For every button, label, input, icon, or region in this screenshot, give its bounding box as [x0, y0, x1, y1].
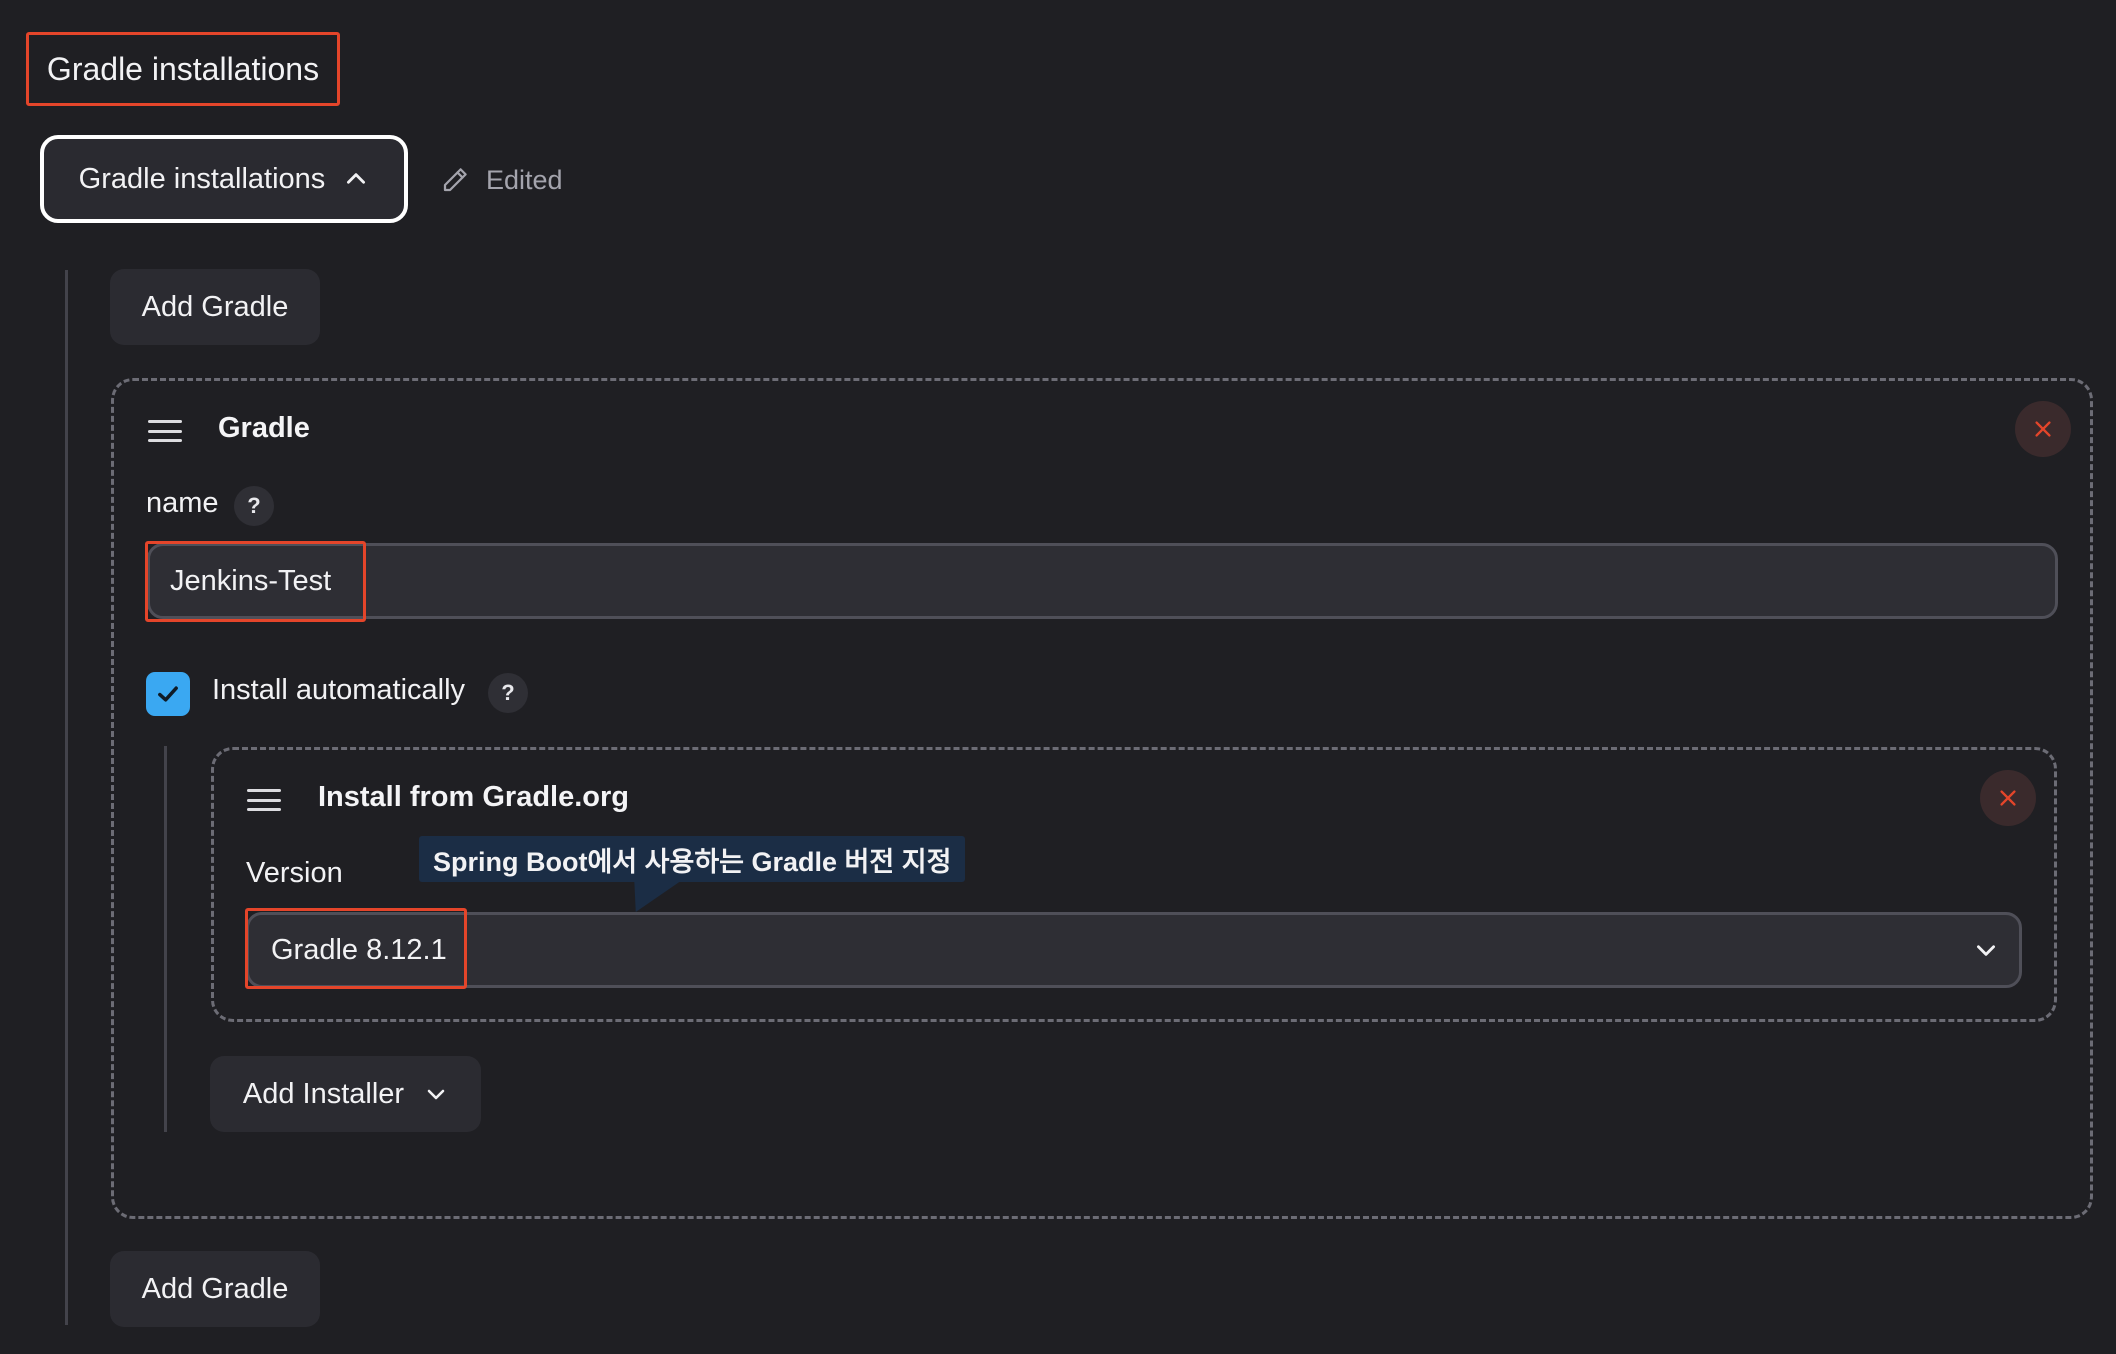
close-icon [2000, 790, 2016, 806]
version-select[interactable]: Gradle 8.12.1 [246, 912, 2022, 988]
version-label: Version [246, 857, 343, 889]
name-help-icon[interactable]: ? [234, 486, 274, 526]
remove-gradle-button[interactable] [2015, 401, 2071, 457]
installer-drag-handle-icon[interactable] [247, 789, 281, 811]
gradle-installations-toggle-button[interactable]: Gradle installations [40, 135, 408, 223]
edited-status: Edited [440, 160, 563, 200]
edited-label: Edited [486, 164, 563, 195]
install-automatically-label: Install automatically [212, 674, 466, 706]
section-title: Gradle installations [26, 32, 340, 106]
chevron-up-icon [347, 173, 366, 184]
chevron-down-icon [1977, 945, 1995, 956]
add-gradle-button[interactable]: Add Gradle [110, 269, 320, 345]
install-automatically-checkbox[interactable] [146, 672, 190, 716]
checkmark-icon [158, 686, 178, 702]
toggle-label: Gradle installations [78, 162, 326, 195]
name-input-value: Jenkins-Test [170, 564, 332, 597]
version-select-value: Gradle 8.12.1 [271, 933, 447, 966]
add-installer-button[interactable]: Add Installer [210, 1056, 481, 1132]
chevron-down-icon [427, 1089, 445, 1100]
gradle-card-title: Gradle [218, 412, 310, 444]
add-gradle-button-bottom[interactable]: Add Gradle [110, 1251, 320, 1327]
add-installer-label: Add Installer [242, 1077, 405, 1110]
name-label: name [146, 487, 219, 519]
remove-installer-button[interactable] [1980, 770, 2036, 826]
pencil-icon [443, 168, 467, 192]
installer-card-title: Install from Gradle.org [318, 781, 629, 813]
close-icon [2035, 421, 2051, 437]
version-tooltip: Spring Boot에서 사용하는 Gradle 버전 지정 [419, 836, 966, 882]
outer-rail [65, 270, 68, 1325]
drag-handle-icon[interactable] [148, 420, 182, 442]
install-automatically-help-icon[interactable]: ? [488, 673, 528, 713]
name-input[interactable]: Jenkins-Test [147, 543, 2058, 619]
